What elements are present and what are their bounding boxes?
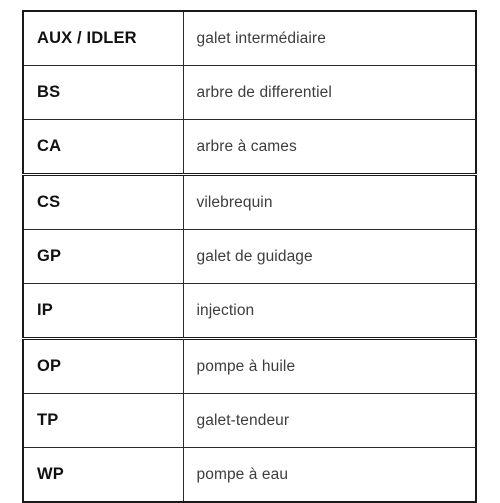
- table-row: IP injection: [22, 283, 477, 340]
- abbreviation-description-cell: pompe à huile: [182, 338, 477, 394]
- abbreviation-code-cell: CA: [22, 119, 184, 176]
- table-row: GP galet de guidage: [22, 229, 477, 284]
- abbreviation-code-cell: BS: [22, 65, 184, 120]
- abbreviation-legend-table: AUX / IDLER galet intermédiaire BS arbre de…: [22, 10, 477, 503]
- abbreviation-code-cell: TP: [22, 393, 184, 448]
- abbreviation-code-cell: OP: [22, 338, 184, 394]
- table-row: CA arbre à cames: [22, 119, 477, 176]
- abbreviation-description-cell: galet intermédiaire: [182, 11, 477, 66]
- abbreviation-description-cell: galet-tendeur: [182, 393, 477, 448]
- abbreviation-description-cell: vilebrequin: [182, 174, 477, 230]
- abbreviation-code-cell: WP: [22, 447, 184, 502]
- table-row: OP pompe à huile: [22, 338, 477, 394]
- table-row: WP pompe à eau: [22, 447, 477, 502]
- table-row: TP galet-tendeur: [22, 393, 477, 448]
- abbreviation-description-cell: arbre à cames: [182, 119, 477, 176]
- abbreviation-description-cell: pompe à eau: [182, 447, 477, 502]
- table-row: BS arbre de differentiel: [22, 65, 477, 120]
- abbreviation-code-cell: CS: [22, 174, 184, 230]
- abbreviation-code-cell: AUX / IDLER: [22, 11, 184, 66]
- table-row: AUX / IDLER galet intermédiaire: [22, 11, 477, 66]
- abbreviation-code-cell: GP: [22, 229, 184, 284]
- abbreviation-description-cell: arbre de differentiel: [182, 65, 477, 120]
- legend-table-container: AUX / IDLER galet intermédiaire BS arbre de…: [22, 10, 477, 503]
- table-body: AUX / IDLER galet intermédiaire BS arbre de…: [22, 11, 477, 502]
- abbreviation-description-cell: injection: [182, 283, 477, 340]
- abbreviation-description-cell: galet de guidage: [182, 229, 477, 284]
- abbreviation-code-cell: IP: [22, 283, 184, 340]
- table-row: CS vilebrequin: [22, 174, 477, 230]
